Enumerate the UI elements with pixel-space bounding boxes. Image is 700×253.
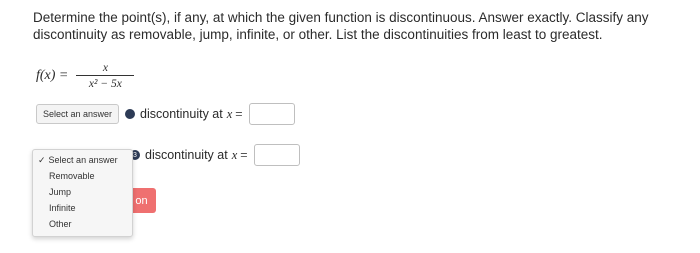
fraction: x x² − 5x: [76, 62, 135, 90]
dropdown-option-other[interactable]: Other: [49, 219, 72, 229]
dropdown-option-selected[interactable]: ✓ Select an answer: [38, 155, 118, 166]
row-eq-1: =: [235, 107, 243, 121]
dropdown-option-removable[interactable]: Removable: [49, 171, 95, 181]
function-definition: f(x) = x x² − 5x: [36, 62, 135, 90]
classification-dropdown-menu: ✓ Select an answer Removable Jump Infinit…: [32, 149, 133, 237]
answer-input-1[interactable]: [248, 103, 295, 125]
answer-row-1: Select an answer discontinuity at x =: [36, 103, 295, 125]
row-eq-2: =: [240, 148, 248, 162]
dropdown-option-infinite[interactable]: Infinite: [49, 203, 76, 213]
dropdown-option-label: Select an answer: [48, 155, 118, 165]
dropdown-option-jump[interactable]: Jump: [49, 187, 71, 197]
row-var-1: x: [226, 106, 233, 121]
classification-select-1[interactable]: Select an answer: [36, 104, 120, 124]
fraction-denominator: x² − 5x: [88, 78, 122, 90]
question-prompt: Determine the point(s), if any, at which…: [33, 10, 649, 42]
answer-input-2[interactable]: [253, 144, 300, 166]
function-lhs: f(x) =: [36, 68, 69, 83]
info-badge-icon: [125, 109, 136, 119]
fraction-numerator: x: [102, 62, 108, 74]
page: Determine the point(s), if any, at which…: [0, 0, 700, 253]
check-icon: ✓: [38, 155, 46, 165]
row-label-1: discontinuity at: [140, 107, 223, 121]
row-label-2: discontinuity at: [145, 148, 228, 162]
row-var-2: x: [231, 147, 238, 162]
